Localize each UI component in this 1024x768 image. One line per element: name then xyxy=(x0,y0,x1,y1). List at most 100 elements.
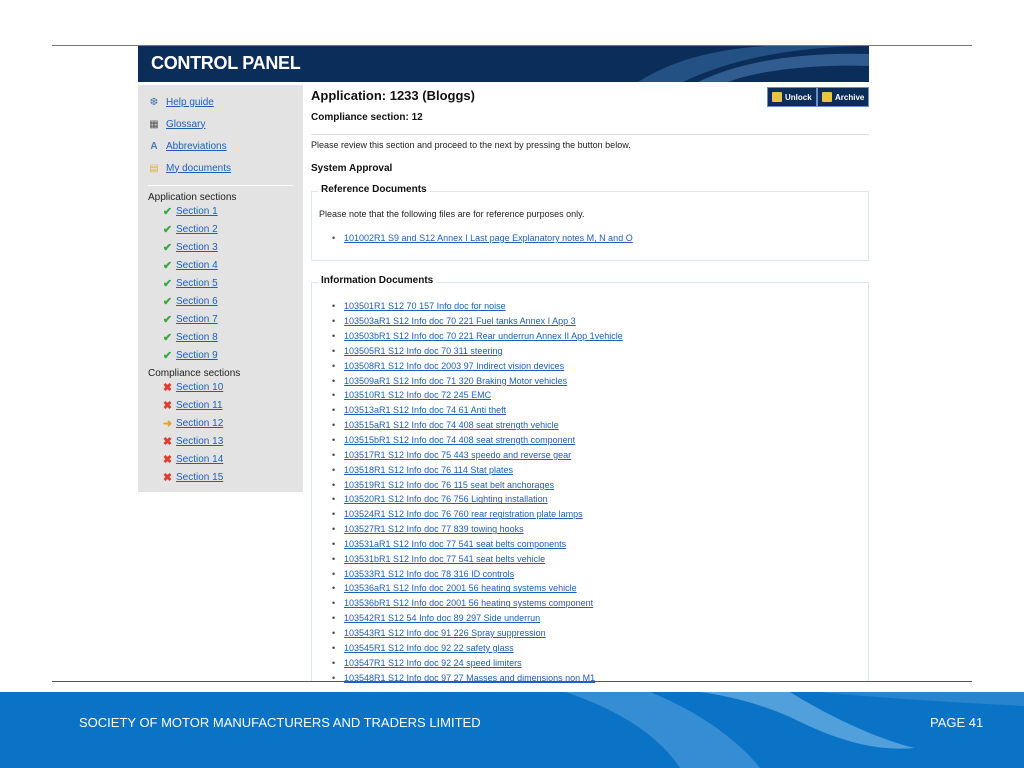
reference-link-item[interactable]: • 101002R1 S9 and S12 Annex I Last page E… xyxy=(332,233,633,243)
bullet: • xyxy=(332,449,336,460)
abbreviations-link[interactable]: Abbreviations xyxy=(166,141,227,152)
sidebar-link-help-guide[interactable]: ❆ Help guide xyxy=(148,94,214,110)
information-document-link[interactable]: 103505R1 S12 Info doc 70 311 steering xyxy=(344,346,502,356)
sidebar-item-section-8[interactable]: ✔ Section 8 xyxy=(162,330,218,344)
list-item[interactable]: • 103509aR1 S12 Info doc 71 320 Braking M… xyxy=(332,373,623,388)
section-7-link[interactable]: Section 7 xyxy=(176,314,218,325)
information-document-link[interactable]: 103536bR1 S12 Info doc 2001 56 heating s… xyxy=(344,598,593,608)
list-item[interactable]: • 103517R1 S12 Info doc 75 443 speedo and… xyxy=(332,447,623,462)
list-item[interactable]: • 103513aR1 S12 Info doc 74 61 Anti theft xyxy=(332,403,623,418)
information-document-link[interactable]: 103545R1 S12 Info doc 92 22 safety glass xyxy=(344,643,514,653)
information-document-link[interactable]: 103547R1 S12 Info doc 92 24 speed limite… xyxy=(344,658,522,668)
list-item[interactable]: • 103548R1 S12 Info doc 97 27 Masses and … xyxy=(332,670,623,685)
section-8-link[interactable]: Section 8 xyxy=(176,332,218,343)
information-document-link[interactable]: 103510R1 S12 Info doc 72 245 EMC xyxy=(344,390,491,400)
section-10-link[interactable]: Section 10 xyxy=(176,382,223,393)
list-item[interactable]: • 103501R1 S12 70 157 Info doc for noise xyxy=(332,299,623,314)
sidebar-item-section-6[interactable]: ✔ Section 6 xyxy=(162,294,218,308)
information-document-link[interactable]: 103515aR1 S12 Info doc 74 408 seat stren… xyxy=(344,420,559,430)
information-document-link[interactable]: 103524R1 S12 Info doc 76 760 rear regist… xyxy=(344,509,583,519)
information-document-link[interactable]: 103517R1 S12 Info doc 75 443 speedo and … xyxy=(344,450,571,460)
list-item[interactable]: • 103545R1 S12 Info doc 92 22 safety glas… xyxy=(332,640,623,655)
sidebar-item-section-11[interactable]: ✖ Section 11 xyxy=(162,398,223,412)
sidebar-item-section-13[interactable]: ✖ Section 13 xyxy=(162,434,223,448)
sidebar-link-glossary[interactable]: ▦ Glossary xyxy=(148,116,205,132)
section-14-link[interactable]: Section 14 xyxy=(176,454,223,465)
list-item[interactable]: • 103524R1 S12 Info doc 76 760 rear regis… xyxy=(332,507,623,522)
list-item[interactable]: • 103547R1 S12 Info doc 92 24 speed limit… xyxy=(332,655,623,670)
information-document-link[interactable]: 103518R1 S12 Info doc 76 114 Stat plates xyxy=(344,465,513,475)
footer: SOCIETY OF MOTOR MANUFACTURERS AND TRADE… xyxy=(0,692,1024,768)
list-item[interactable]: • 103536bR1 S12 Info doc 2001 56 heating … xyxy=(332,596,623,611)
list-item[interactable]: • 103515bR1 S12 Info doc 74 408 seat stre… xyxy=(332,433,623,448)
section-3-link[interactable]: Section 3 xyxy=(176,242,218,253)
archive-button[interactable]: Archive xyxy=(817,87,870,107)
information-document-link[interactable]: 103543R1 S12 Info doc 91 226 Spray suppr… xyxy=(344,628,546,638)
section-13-link[interactable]: Section 13 xyxy=(176,436,223,447)
list-item[interactable]: • 103510R1 S12 Info doc 72 245 EMC xyxy=(332,388,623,403)
section-9-link[interactable]: Section 9 xyxy=(176,350,218,361)
list-item[interactable]: • 103536aR1 S12 Info doc 2001 56 heating … xyxy=(332,581,623,596)
information-document-link[interactable]: 103520R1 S12 Info doc 76 756 Lighting in… xyxy=(344,494,548,504)
list-item[interactable]: • 103505R1 S12 Info doc 70 311 steering xyxy=(332,344,623,359)
information-document-link[interactable]: 103503aR1 S12 Info doc 70 221 Fuel tanks… xyxy=(344,316,576,326)
list-item[interactable]: • 103531bR1 S12 Info doc 77 541 seat belt… xyxy=(332,551,623,566)
sidebar-item-section-9[interactable]: ✔ Section 9 xyxy=(162,348,218,362)
reference-document-link[interactable]: 101002R1 S9 and S12 Annex I Last page Ex… xyxy=(344,233,633,243)
section-2-link[interactable]: Section 2 xyxy=(176,224,218,235)
sidebar-link-my-documents[interactable]: ▤ My documents xyxy=(148,160,231,176)
information-document-link[interactable]: 103533R1 S12 Info doc 78 316 ID controls xyxy=(344,569,514,579)
information-document-link[interactable]: 103501R1 S12 70 157 Info doc for noise xyxy=(344,301,506,311)
sidebar-item-section-5[interactable]: ✔ Section 5 xyxy=(162,276,218,290)
section-15-link[interactable]: Section 15 xyxy=(176,472,223,483)
my-documents-link[interactable]: My documents xyxy=(166,163,231,174)
information-document-link[interactable]: 103508R1 S12 Info doc 2003 97 Indirect v… xyxy=(344,361,564,371)
section-5-link[interactable]: Section 5 xyxy=(176,278,218,289)
list-item[interactable]: • 103519R1 S12 Info doc 76 115 seat belt … xyxy=(332,477,623,492)
sidebar-item-section-12[interactable]: ➜ Section 12 xyxy=(162,416,223,430)
help-guide-link[interactable]: Help guide xyxy=(166,97,214,108)
list-item[interactable]: • 103542R1 S12 54 Info doc 89 297 Side un… xyxy=(332,611,623,626)
information-document-link[interactable]: 103531aR1 S12 Info doc 77 541 seat belts… xyxy=(344,539,566,549)
list-item[interactable]: • 103518R1 S12 Info doc 76 114 Stat plate… xyxy=(332,462,623,477)
sidebar-item-section-10[interactable]: ✖ Section 10 xyxy=(162,380,223,394)
list-item[interactable]: • 103531aR1 S12 Info doc 77 541 seat belt… xyxy=(332,537,623,552)
information-document-link[interactable]: 103515bR1 S12 Info doc 74 408 seat stren… xyxy=(344,435,575,445)
glossary-link[interactable]: Glossary xyxy=(166,119,205,130)
section-11-link[interactable]: Section 11 xyxy=(176,400,223,411)
archive-label: Archive xyxy=(835,92,865,102)
section-4-link[interactable]: Section 4 xyxy=(176,260,218,271)
information-document-link[interactable]: 103527R1 S12 Info doc 77 839 towing hook… xyxy=(344,524,524,534)
information-document-link[interactable]: 103513aR1 S12 Info doc 74 61 Anti theft xyxy=(344,405,506,415)
information-document-link[interactable]: 103542R1 S12 54 Info doc 89 297 Side und… xyxy=(344,613,540,623)
section-12-link[interactable]: Section 12 xyxy=(176,418,223,429)
sidebar-item-section-14[interactable]: ✖ Section 14 xyxy=(162,452,223,466)
bullet: • xyxy=(332,233,336,243)
sidebar-item-section-1[interactable]: ✔ Section 1 xyxy=(162,204,218,218)
sidebar-item-section-15[interactable]: ✖ Section 15 xyxy=(162,470,223,484)
information-document-link[interactable]: 103519R1 S12 Info doc 76 115 seat belt a… xyxy=(344,480,554,490)
sidebar-item-section-3[interactable]: ✔ Section 3 xyxy=(162,240,218,254)
information-document-link[interactable]: 103509aR1 S12 Info doc 71 320 Braking Mo… xyxy=(344,376,567,386)
sidebar-item-section-2[interactable]: ✔ Section 2 xyxy=(162,222,218,236)
list-item[interactable]: • 103503aR1 S12 Info doc 70 221 Fuel tank… xyxy=(332,314,623,329)
unlock-button[interactable]: Unlock xyxy=(767,87,817,107)
reference-documents-legend: Reference Documents xyxy=(318,184,430,195)
sidebar-item-section-4[interactable]: ✔ Section 4 xyxy=(162,258,218,272)
check-icon: ✔ xyxy=(162,331,173,344)
bullet: • xyxy=(332,568,336,579)
list-item[interactable]: • 103543R1 S12 Info doc 91 226 Spray supp… xyxy=(332,626,623,641)
sidebar-item-section-7[interactable]: ✔ Section 7 xyxy=(162,312,218,326)
list-item[interactable]: • 103527R1 S12 Info doc 77 839 towing hoo… xyxy=(332,522,623,537)
information-document-link[interactable]: 103531bR1 S12 Info doc 77 541 seat belts… xyxy=(344,554,545,564)
section-1-link[interactable]: Section 1 xyxy=(176,206,218,217)
list-item[interactable]: • 103533R1 S12 Info doc 78 316 ID control… xyxy=(332,566,623,581)
sidebar-link-abbreviations[interactable]: A Abbreviations xyxy=(148,138,227,154)
information-document-link[interactable]: 103503bR1 S12 Info doc 70 221 Rear under… xyxy=(344,331,623,341)
information-document-link[interactable]: 103536aR1 S12 Info doc 2001 56 heating s… xyxy=(344,583,577,593)
list-item[interactable]: • 103503bR1 S12 Info doc 70 221 Rear unde… xyxy=(332,329,623,344)
list-item[interactable]: • 103508R1 S12 Info doc 2003 97 Indirect … xyxy=(332,358,623,373)
section-6-link[interactable]: Section 6 xyxy=(176,296,218,307)
list-item[interactable]: • 103515aR1 S12 Info doc 74 408 seat stre… xyxy=(332,418,623,433)
list-item[interactable]: • 103520R1 S12 Info doc 76 756 Lighting i… xyxy=(332,492,623,507)
